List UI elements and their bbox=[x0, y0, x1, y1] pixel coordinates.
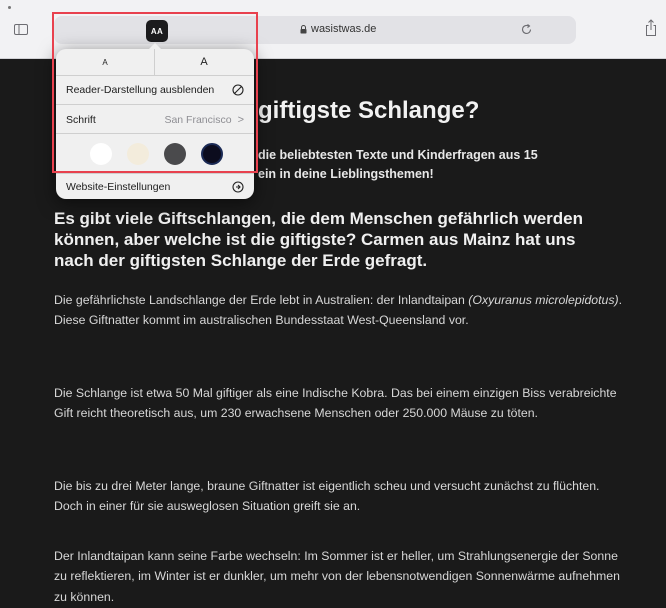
reader-settings-popover: A A Reader-Darstellung ausblenden Schrif… bbox=[56, 43, 254, 199]
intro-line-2: ein in deine Lieblingsthemen! bbox=[258, 166, 434, 181]
theme-selector bbox=[56, 134, 254, 174]
font-selection-item[interactable]: Schrift San Francisco > bbox=[56, 106, 254, 134]
font-value: San Francisco bbox=[164, 113, 232, 126]
p1-text-start: Die gefährlichste Landschlange der Erde … bbox=[54, 293, 465, 307]
paragraph-1: Die gefährlichste Landschlange der Erde … bbox=[54, 290, 624, 331]
decrease-font-button[interactable]: A bbox=[56, 49, 155, 75]
hide-reader-label: Reader-Darstellung ausblenden bbox=[66, 83, 215, 96]
url-text: wasistwas.de bbox=[311, 23, 377, 35]
website-settings-item[interactable]: Website-Einstellungen bbox=[56, 174, 254, 199]
reader-hide-icon bbox=[232, 83, 244, 96]
paragraph-4: Der Inlandtaipan kann seine Farbe wechse… bbox=[54, 549, 620, 604]
website-settings-label: Website-Einstellungen bbox=[66, 180, 171, 193]
reader-settings-button[interactable]: AA bbox=[146, 20, 168, 42]
article-title: giftigste Schlange? bbox=[258, 97, 480, 124]
theme-gray-swatch[interactable] bbox=[164, 142, 186, 165]
chevron-right-icon: > bbox=[237, 113, 244, 126]
url-display[interactable]: wasistwas.de bbox=[300, 23, 376, 35]
paragraph-3: Die bis zu drei Meter lange, braune Gift… bbox=[54, 479, 600, 514]
theme-sepia-swatch[interactable] bbox=[127, 142, 149, 165]
article-lead: Es gibt viele Giftschlangen, die dem Men… bbox=[54, 209, 584, 270]
intro-line-1: die beliebtesten Texte und Kinderfragen … bbox=[258, 148, 538, 162]
hide-reader-view-item[interactable]: Reader-Darstellung ausblenden bbox=[56, 75, 254, 105]
share-icon[interactable] bbox=[644, 19, 658, 37]
increase-font-button[interactable]: A bbox=[155, 49, 253, 75]
theme-white-swatch[interactable] bbox=[90, 142, 112, 165]
aa-label: AA bbox=[150, 26, 164, 36]
reload-icon[interactable] bbox=[520, 23, 533, 36]
font-size-row: A A bbox=[56, 49, 254, 76]
font-label: Schrift bbox=[66, 113, 96, 126]
article-intro: die beliebtesten Texte und Kinderfragen … bbox=[258, 146, 618, 184]
scientific-name: (Oxyuranus microlepidotus) bbox=[468, 293, 619, 307]
paragraph-2: Die Schlange ist etwa 50 Mal giftiger al… bbox=[54, 386, 617, 421]
window-dot bbox=[8, 6, 11, 9]
theme-black-swatch[interactable] bbox=[201, 142, 223, 165]
website-settings-icon bbox=[232, 180, 244, 193]
sidebar-icon[interactable] bbox=[14, 24, 28, 35]
lock-icon bbox=[300, 24, 307, 33]
